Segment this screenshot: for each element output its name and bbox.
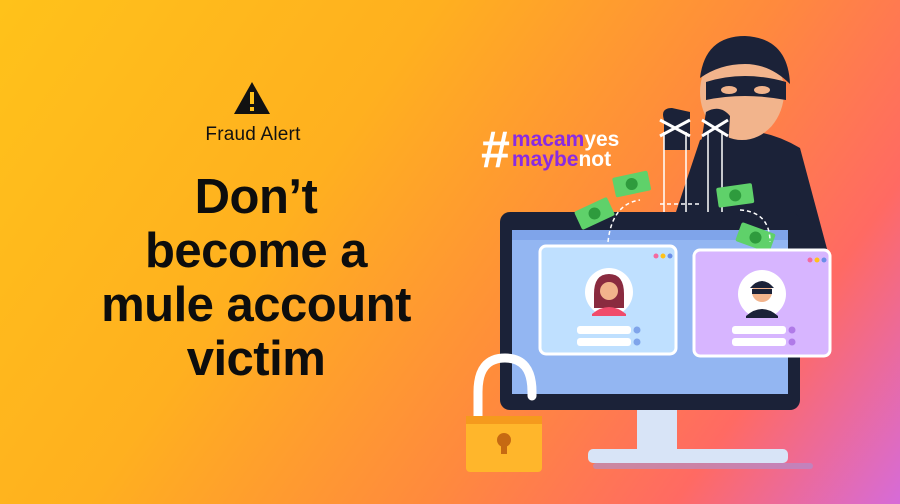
headline-line-3: mule account xyxy=(101,278,411,332)
monitor-base xyxy=(588,449,788,463)
hashtag-line2-a: maybe xyxy=(511,148,579,171)
fraud-alert-banner: Fraud Alert Don’t become a mule account … xyxy=(0,0,900,504)
warning-icon xyxy=(234,82,270,114)
monitor-stand xyxy=(637,405,677,453)
headline-line-4: victim xyxy=(186,332,326,386)
victim-account-card xyxy=(538,244,678,356)
headline-line-2: become a xyxy=(144,224,368,278)
campaign-hashtag: # macamyes maybenot xyxy=(481,124,619,176)
headline: Don’t become a mule account victim xyxy=(56,170,456,386)
thief-account-card xyxy=(692,248,832,358)
headline-line-1: Don’t xyxy=(194,170,318,224)
hashtag-symbol: # xyxy=(481,121,510,179)
fraud-alert-label: Fraud Alert xyxy=(205,124,301,145)
hashtag-line2-b: not xyxy=(578,148,612,171)
